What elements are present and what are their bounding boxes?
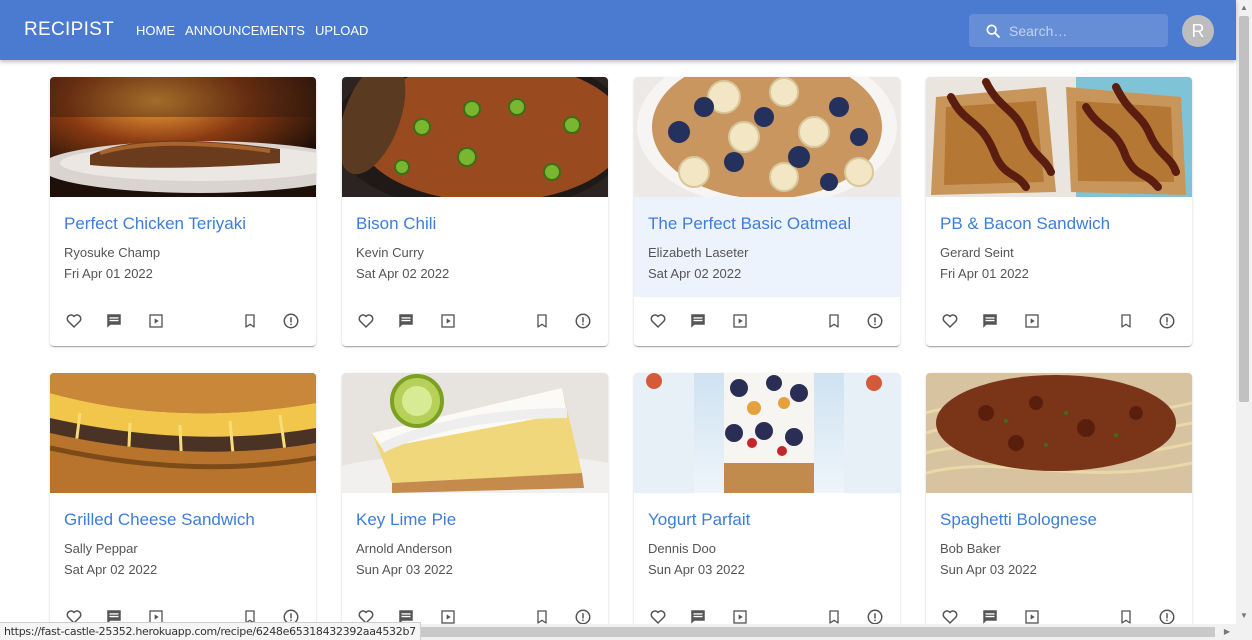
card-actions (50, 297, 316, 346)
recipe-title[interactable]: PB & Bacon Sandwich (940, 213, 1178, 235)
scrollbar-thumb[interactable] (1239, 16, 1249, 402)
recipe-author: Elizabeth Laseter (648, 245, 749, 260)
nav-upload[interactable]: UPLOAD (315, 23, 368, 38)
recipe-author: Ryosuke Champ (64, 245, 161, 260)
search-box[interactable] (969, 14, 1168, 47)
recipe-card[interactable]: Spaghetti Bolognese Bob Baker Sun Apr 03… (926, 373, 1192, 640)
recipe-title[interactable]: Grilled Cheese Sandwich (64, 509, 302, 531)
recipe-card[interactable]: Yogurt Parfait Dennis Doo Sun Apr 03 202… (634, 373, 900, 640)
search-input[interactable] (1009, 22, 1159, 39)
card-actions (342, 297, 608, 346)
vertical-scrollbar[interactable]: ▲ ▼ (1236, 0, 1252, 640)
recipe-image[interactable] (926, 373, 1192, 493)
heart-icon[interactable] (64, 311, 84, 331)
avatar[interactable]: R (1182, 15, 1214, 47)
recipe-title[interactable]: Bison Chili (356, 213, 594, 235)
scroll-up-arrow-icon[interactable]: ▲ (1236, 0, 1252, 16)
recipe-date: Sat Apr 02 2022 (356, 266, 450, 281)
video-icon[interactable] (1022, 311, 1042, 331)
comment-icon[interactable] (688, 311, 708, 331)
comment-icon[interactable] (104, 311, 124, 331)
recipe-title[interactable]: Yogurt Parfait (648, 509, 886, 531)
hscrollbar-thumb[interactable] (395, 627, 1215, 637)
bookmark-icon[interactable] (240, 311, 260, 331)
recipe-date: Sun Apr 03 2022 (648, 562, 745, 577)
recipe-card[interactable]: The Perfect Basic Oatmeal Elizabeth Lase… (634, 77, 900, 346)
recipe-date: Sat Apr 02 2022 (648, 266, 742, 281)
search-icon (986, 23, 1000, 38)
card-actions (634, 297, 900, 346)
recipe-date: Fri Apr 01 2022 (64, 266, 153, 281)
recipe-author: Dennis Doo (648, 541, 716, 556)
recipe-title[interactable]: Spaghetti Bolognese (940, 509, 1178, 531)
report-icon[interactable] (1157, 311, 1177, 331)
recipe-card[interactable]: Perfect Chicken Teriyaki Ryosuke Champ F… (50, 77, 316, 346)
report-icon[interactable] (865, 311, 885, 331)
report-icon[interactable] (573, 311, 593, 331)
video-icon[interactable] (438, 311, 458, 331)
nav-home[interactable]: HOME (136, 23, 175, 38)
recipe-card[interactable]: Grilled Cheese Sandwich Sally Peppar Sat… (50, 373, 316, 640)
video-icon[interactable] (146, 311, 166, 331)
recipe-date: Fri Apr 01 2022 (940, 266, 1029, 281)
app-bar: RECIPIST HOME ANNOUNCEMENTS UPLOAD R (0, 0, 1236, 60)
recipe-date: Sat Apr 02 2022 (64, 562, 158, 577)
card-actions (926, 297, 1192, 346)
recipe-card[interactable]: Bison Chili Kevin Curry Sat Apr 02 2022 (342, 77, 608, 346)
recipe-author: Bob Baker (940, 541, 1001, 556)
nav-announcements[interactable]: ANNOUNCEMENTS (185, 23, 305, 38)
heart-icon[interactable] (940, 311, 960, 331)
recipe-image[interactable] (634, 77, 900, 197)
scroll-down-arrow-icon[interactable]: ▼ (1236, 608, 1252, 624)
recipe-image[interactable] (342, 373, 608, 493)
recipe-title[interactable]: Key Lime Pie (356, 509, 594, 531)
bookmark-icon[interactable] (532, 311, 552, 331)
recipe-date: Sun Apr 03 2022 (356, 562, 453, 577)
recipe-title[interactable]: The Perfect Basic Oatmeal (648, 213, 886, 235)
recipe-image[interactable] (50, 373, 316, 493)
report-icon[interactable] (281, 311, 301, 331)
recipe-image[interactable] (634, 373, 900, 493)
brand-logo[interactable]: RECIPIST (24, 19, 114, 41)
recipe-title[interactable]: Perfect Chicken Teriyaki (64, 213, 302, 235)
recipe-card[interactable]: Key Lime Pie Arnold Anderson Sun Apr 03 … (342, 373, 608, 640)
recipe-date: Sun Apr 03 2022 (940, 562, 1037, 577)
scroll-right-arrow-icon[interactable]: ▶ (1220, 624, 1234, 640)
comment-icon[interactable] (396, 311, 416, 331)
recipe-author: Kevin Curry (356, 245, 424, 260)
bookmark-icon[interactable] (824, 311, 844, 331)
heart-icon[interactable] (356, 311, 376, 331)
video-icon[interactable] (730, 311, 750, 331)
recipe-image[interactable] (50, 77, 316, 197)
recipe-card[interactable]: PB & Bacon Sandwich Gerard Seint Fri Apr… (926, 77, 1192, 346)
heart-icon[interactable] (648, 311, 668, 331)
recipe-image[interactable] (926, 77, 1192, 197)
bookmark-icon[interactable] (1116, 311, 1136, 331)
status-url-bar: https://fast-castle-25352.herokuapp.com/… (0, 622, 421, 640)
recipe-author: Gerard Seint (940, 245, 1014, 260)
recipe-author: Sally Peppar (64, 541, 138, 556)
recipe-author: Arnold Anderson (356, 541, 453, 556)
recipe-image[interactable] (342, 77, 608, 197)
comment-icon[interactable] (980, 311, 1000, 331)
